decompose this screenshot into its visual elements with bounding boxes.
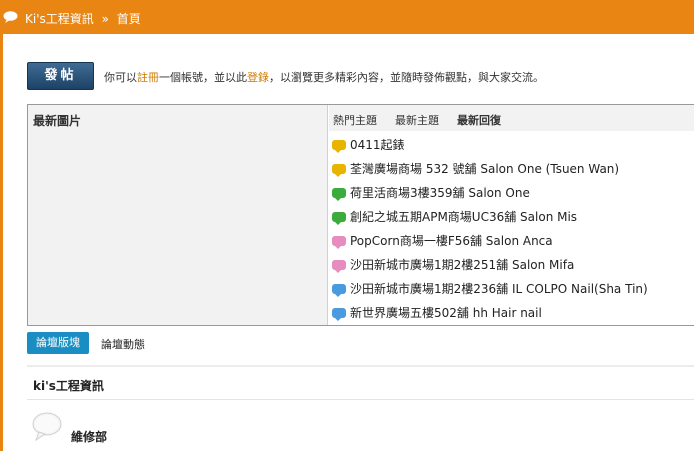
thread-item: 荷里活商場3樓359舖 Salon One [332, 183, 648, 207]
thread-bubble-icon [332, 308, 346, 321]
breadcrumb-separator: » [101, 12, 109, 26]
thread-item: 荃灣廣場商場 532 號舖 Salon One (Tsuen Wan) [332, 159, 648, 183]
forum-name-link[interactable]: 維修部 [71, 428, 107, 445]
latest-images-pane: 最新圖片 [28, 105, 328, 325]
latest-panel: 最新圖片 熱門主題 最新主題 最新回復 0411起錶荃灣廣場商場 532 號舖 … [27, 104, 694, 326]
thread-bubble-icon [332, 140, 346, 153]
threads-tab-bar [329, 105, 694, 131]
section-divider [27, 365, 694, 367]
tab-forum-activity[interactable]: 論壇動態 [101, 336, 145, 352]
notice-suffix: ，以瀏覽更多精彩內容，並隨時發佈觀點，與大家交流。 [269, 71, 544, 84]
thread-bubble-icon [332, 236, 346, 249]
tab-new-threads[interactable]: 最新主題 [395, 112, 439, 128]
breadcrumb-current: 首頁 [116, 12, 141, 26]
thread-title-link[interactable]: 荷里活商場3樓359舖 Salon One [350, 186, 530, 200]
thread-item: 沙田新城市廣場1期2樓251舖 Salon Mifa [332, 255, 648, 279]
thread-title-link[interactable]: 新世界廣場五樓502舖 hh Hair nail [350, 306, 542, 320]
thread-bubble-icon [332, 164, 346, 177]
breadcrumb: Ki's工程資訊 » 首頁 [25, 10, 141, 27]
tab-forum-boards[interactable]: 論壇版塊 [27, 332, 89, 354]
notice-middle: 一個帳號，並以此 [159, 71, 247, 84]
thread-title-link[interactable]: 荃灣廣場商場 532 號舖 Salon One (Tsuen Wan) [350, 162, 619, 176]
section-divider-thin [27, 399, 694, 400]
breadcrumb-site-link[interactable]: Ki's工程資訊 [25, 12, 94, 26]
chat-bubble-icon [3, 11, 18, 23]
thread-list: 0411起錶荃灣廣場商場 532 號舖 Salon One (Tsuen Wan… [332, 135, 648, 327]
thread-item: 0411起錶 [332, 135, 648, 159]
thread-bubble-icon [332, 284, 346, 297]
notice-prefix: 你可以 [104, 71, 137, 84]
thread-title-link[interactable]: 沙田新城市廣場1期2樓236舖 IL COLPO Nail(Sha Tin) [350, 282, 648, 296]
tab-latest-replies[interactable]: 最新回復 [457, 112, 501, 128]
thread-item: 新世界廣場五樓502舖 hh Hair nail [332, 303, 648, 327]
threads-pane: 熱門主題 最新主題 最新回復 0411起錶荃灣廣場商場 532 號舖 Salon… [329, 105, 694, 325]
thread-item: 沙田新城市廣場1期2樓236舖 IL COLPO Nail(Sha Tin) [332, 279, 648, 303]
section-title[interactable]: ki's工程資訊 [33, 377, 104, 394]
tab-hot-threads[interactable]: 熱門主題 [333, 112, 377, 128]
thread-item: PopCorn商場一樓F56舖 Salon Anca [332, 231, 648, 255]
thread-item: 創紀之城五期APM商場UC36舖 Salon Mis [332, 207, 648, 231]
thread-title-link[interactable]: 0411起錶 [350, 138, 405, 152]
login-link[interactable]: 登錄 [247, 71, 269, 84]
new-post-button[interactable]: 發帖 [27, 62, 94, 90]
thread-bubble-icon [332, 188, 346, 201]
forum-bubble-icon[interactable] [31, 411, 63, 443]
latest-images-title: 最新圖片 [33, 114, 82, 128]
login-notice: 你可以註冊一個帳號，並以此登錄，以瀏覽更多精彩內容，並隨時發佈觀點，與大家交流。 [104, 69, 544, 85]
thread-title-link[interactable]: PopCorn商場一樓F56舖 Salon Anca [350, 234, 553, 248]
thread-title-link[interactable]: 沙田新城市廣場1期2樓251舖 Salon Mifa [350, 258, 574, 272]
register-link[interactable]: 註冊 [137, 71, 159, 84]
top-navigation-bar: Ki's工程資訊 » 首頁 [0, 0, 694, 34]
thread-bubble-icon [332, 260, 346, 273]
thread-bubble-icon [332, 212, 346, 225]
thread-title-link[interactable]: 創紀之城五期APM商場UC36舖 Salon Mis [350, 210, 577, 224]
